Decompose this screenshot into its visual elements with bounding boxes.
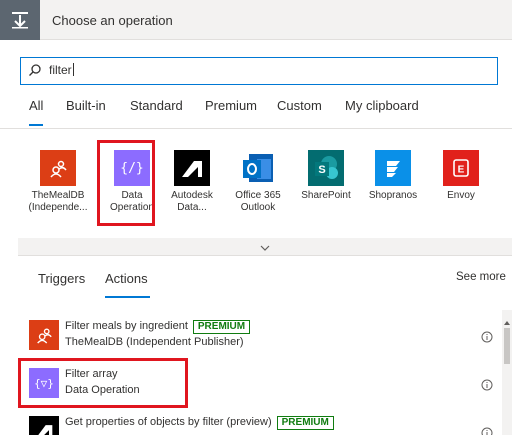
- chevron-down-icon: [260, 238, 270, 256]
- connector-outlook[interactable]: Office 365 Outlook: [225, 150, 291, 214]
- dialog-title: Choose an operation: [52, 13, 173, 28]
- connector-label: Shopranoѕ: [368, 190, 418, 201]
- connector-label: TheMealDB (Independe...: [28, 190, 88, 213]
- user-group-icon: [29, 320, 59, 350]
- dialog-header: Choose an operation: [0, 0, 512, 40]
- collapse-connectors-bar[interactable]: [18, 238, 512, 255]
- autodesk-icon: [29, 416, 59, 435]
- tabs-divider: [0, 128, 512, 129]
- autodesk-icon: [174, 150, 210, 186]
- info-icon[interactable]: [481, 330, 493, 348]
- svg-text:S: S: [318, 164, 325, 176]
- action-subtitle: TheMealDB (Independent Publisher): [65, 336, 244, 348]
- connector-label: SharePoint: [301, 190, 351, 201]
- tab-actions[interactable]: Actions: [105, 271, 148, 286]
- connector-themealdb[interactable]: TheMealDB (Independe...: [25, 150, 91, 214]
- scrollbar-thumb[interactable]: [504, 328, 510, 364]
- tab-custom[interactable]: Custom: [277, 98, 322, 113]
- section-divider: [18, 255, 512, 256]
- connector-label: Autodesk Data...: [171, 190, 213, 213]
- tab-built-in[interactable]: Built-in: [66, 98, 106, 113]
- shopranos-icon: [375, 150, 411, 186]
- sharepoint-icon: S: [308, 150, 344, 186]
- active-tab-indicator: [29, 124, 43, 126]
- search-value: filter: [49, 63, 74, 77]
- action-filter-meals[interactable]: Filter meals by ingredient PREMIUM TheMea…: [29, 318, 499, 354]
- svg-text:E: E: [458, 165, 465, 176]
- operation-icon: [0, 0, 40, 40]
- search-icon: [28, 63, 42, 82]
- see-more-link[interactable]: See more: [456, 271, 506, 283]
- premium-badge: PREMIUM: [276, 416, 334, 430]
- premium-badge: PREMIUM: [192, 320, 251, 334]
- tab-all[interactable]: All: [29, 98, 43, 113]
- info-icon[interactable]: [481, 378, 493, 396]
- tab-my-clipboard[interactable]: My clipboard: [345, 98, 419, 113]
- connector-sharepoint[interactable]: S SharePoint: [293, 150, 359, 202]
- connector-shopranos[interactable]: Shopranoѕ: [360, 150, 426, 202]
- tab-standard[interactable]: Standard: [130, 98, 183, 113]
- scrollbar[interactable]: [502, 310, 512, 435]
- highlight-box-data-operation: [97, 140, 155, 226]
- search-input[interactable]: filter: [20, 57, 498, 85]
- tab-triggers[interactable]: Triggers: [38, 271, 85, 286]
- action-get-properties[interactable]: Get properties of objects by filter (pre…: [29, 414, 499, 435]
- highlight-box-filter-array: [18, 358, 188, 408]
- tab-premium[interactable]: Premium: [205, 98, 257, 113]
- connector-envoy[interactable]: E Envoy: [428, 150, 494, 202]
- connector-label: Office 365 Outlook: [235, 190, 281, 213]
- action-title: Get properties of objects by filter (pre…: [65, 416, 334, 430]
- action-title: Filter meals by ingredient PREMIUM: [65, 320, 251, 334]
- outlook-icon: [240, 150, 276, 186]
- user-group-icon: [40, 150, 76, 186]
- connector-label: Envoy: [447, 190, 475, 201]
- envoy-icon: E: [443, 150, 479, 186]
- info-icon[interactable]: [481, 426, 493, 435]
- active-subtab-indicator: [105, 296, 150, 298]
- connector-autodesk[interactable]: Autodesk Data...: [159, 150, 225, 214]
